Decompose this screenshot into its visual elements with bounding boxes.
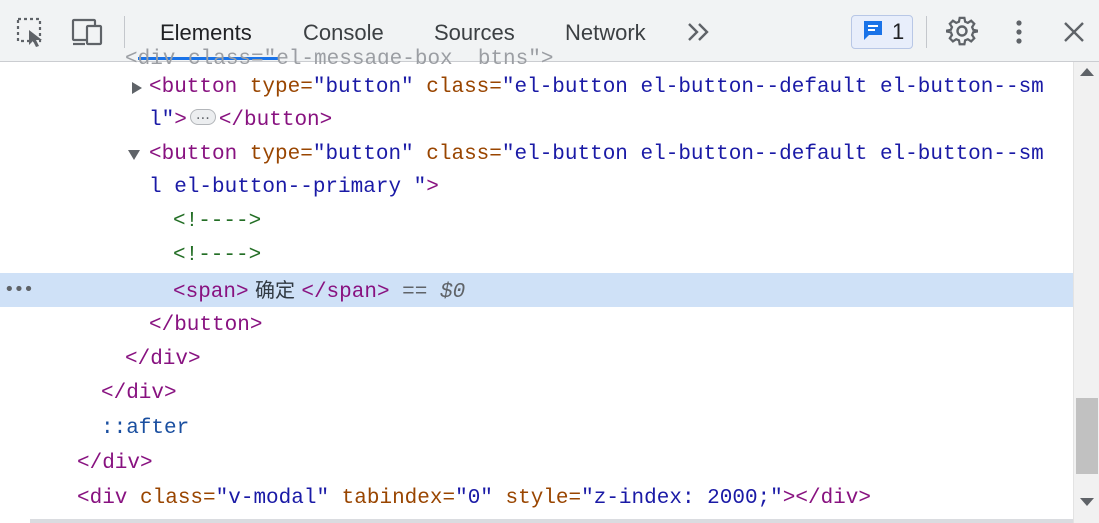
- attr-value: "button": [312, 76, 414, 99]
- tag-close: </button>: [149, 314, 263, 337]
- inspect-element-icon[interactable]: [14, 15, 48, 49]
- tag-open: <span>: [173, 281, 249, 304]
- attr-name: type=: [237, 76, 313, 99]
- attr-name: class=: [413, 76, 502, 99]
- attr-value: "el-button el-button--default el-button-…: [501, 76, 1044, 99]
- tab-sources[interactable]: Sources: [434, 0, 515, 62]
- tag-close: ></div>: [782, 487, 871, 510]
- dom-node-line[interactable]: <!---->: [0, 239, 1073, 273]
- device-toolbar-icon[interactable]: [70, 15, 106, 49]
- gear-icon[interactable]: [944, 14, 980, 50]
- dom-node-line[interactable]: <div class="v-modal" tabindex="0" style=…: [0, 482, 1073, 516]
- kebab-menu-icon[interactable]: [1004, 14, 1034, 50]
- tag-open: <button: [149, 76, 238, 99]
- attr-name: class=: [413, 143, 502, 166]
- tag-close: </div>: [101, 382, 177, 405]
- tag-close-bracket: >: [426, 176, 439, 199]
- html-comment: <!---->: [173, 244, 262, 267]
- tag-close: </div>: [125, 348, 201, 371]
- tag-close: </span>: [301, 281, 390, 304]
- selected-node-marker: == $0: [389, 281, 466, 304]
- node-actions-icon[interactable]: •••: [4, 273, 34, 307]
- pseudo-element: ::after: [101, 417, 190, 440]
- attr-value: l el-button--primary ": [149, 176, 427, 199]
- tag-close: </div>: [77, 452, 153, 475]
- attr-value: "button": [312, 143, 414, 166]
- scroll-up-arrow-icon[interactable]: [1080, 68, 1094, 76]
- attr-value: l": [149, 109, 175, 132]
- attr-name: tabindex=: [329, 487, 456, 510]
- dom-node-line[interactable]: <button type="button" class="el-button e…: [0, 138, 1073, 172]
- text-node: 确定: [248, 278, 302, 302]
- dom-node-line[interactable]: </div>: [0, 343, 1073, 377]
- tag-open: <div: [77, 487, 128, 510]
- attr-value: "el-button el-button--default el-button-…: [501, 143, 1044, 166]
- dom-tree: <button type="button" class="el-button e…: [0, 62, 1073, 523]
- scrollbar-thumb[interactable]: [1076, 398, 1098, 474]
- vertical-scrollbar[interactable]: [1073, 62, 1099, 523]
- issues-count: 1: [892, 19, 905, 44]
- scroll-down-arrow-icon[interactable]: [1080, 498, 1094, 506]
- attr-value: "0": [455, 487, 493, 510]
- collapsed-children-button[interactable]: …: [189, 107, 216, 126]
- dom-node-line[interactable]: <!---->: [0, 205, 1073, 239]
- dom-node-line[interactable]: </div>: [0, 377, 1073, 411]
- tab-elements[interactable]: Elements: [160, 0, 252, 62]
- toolbar-separator: [124, 16, 125, 48]
- dom-node-line[interactable]: <button type="button" class="el-button e…: [0, 71, 1073, 105]
- message-icon: [862, 19, 884, 46]
- active-tab-underline: [138, 57, 278, 60]
- attr-value: "z-index: 2000;": [581, 487, 783, 510]
- tab-network[interactable]: Network: [565, 0, 646, 62]
- dom-node-line[interactable]: l">… </button>: [0, 104, 1073, 138]
- html-comment: <!---->: [173, 210, 262, 233]
- dom-node-line[interactable]: </div>: [0, 447, 1073, 481]
- attr-name: class=: [127, 487, 216, 510]
- horizontal-scrollbar[interactable]: [30, 519, 1073, 523]
- tag-open: <button: [149, 143, 238, 166]
- toolbar-separator: [926, 16, 927, 48]
- tag-close-bracket: >: [174, 109, 187, 132]
- double-chevron-right-icon[interactable]: [684, 18, 714, 46]
- close-icon[interactable]: [1058, 16, 1090, 48]
- issues-badge[interactable]: 1: [851, 15, 913, 49]
- dom-node-line[interactable]: l el-button--primary ">: [0, 171, 1073, 205]
- devtools-toolbar: Elements Console Sources Network 1: [0, 0, 1099, 62]
- tab-console[interactable]: Console: [303, 0, 384, 62]
- attr-name: type=: [237, 143, 313, 166]
- collapse-triangle-icon[interactable]: [127, 138, 141, 172]
- selected-dom-node-line[interactable]: ••• <span> 确定 </span> == $0: [0, 273, 1073, 307]
- expand-triangle-icon[interactable]: [130, 71, 144, 105]
- tag-close: </button>: [218, 109, 333, 132]
- dom-node-line[interactable]: </button>: [0, 309, 1073, 343]
- attr-name: style=: [492, 487, 582, 510]
- dom-node-line[interactable]: ::after: [0, 412, 1073, 446]
- attr-value: "v-modal": [215, 487, 330, 510]
